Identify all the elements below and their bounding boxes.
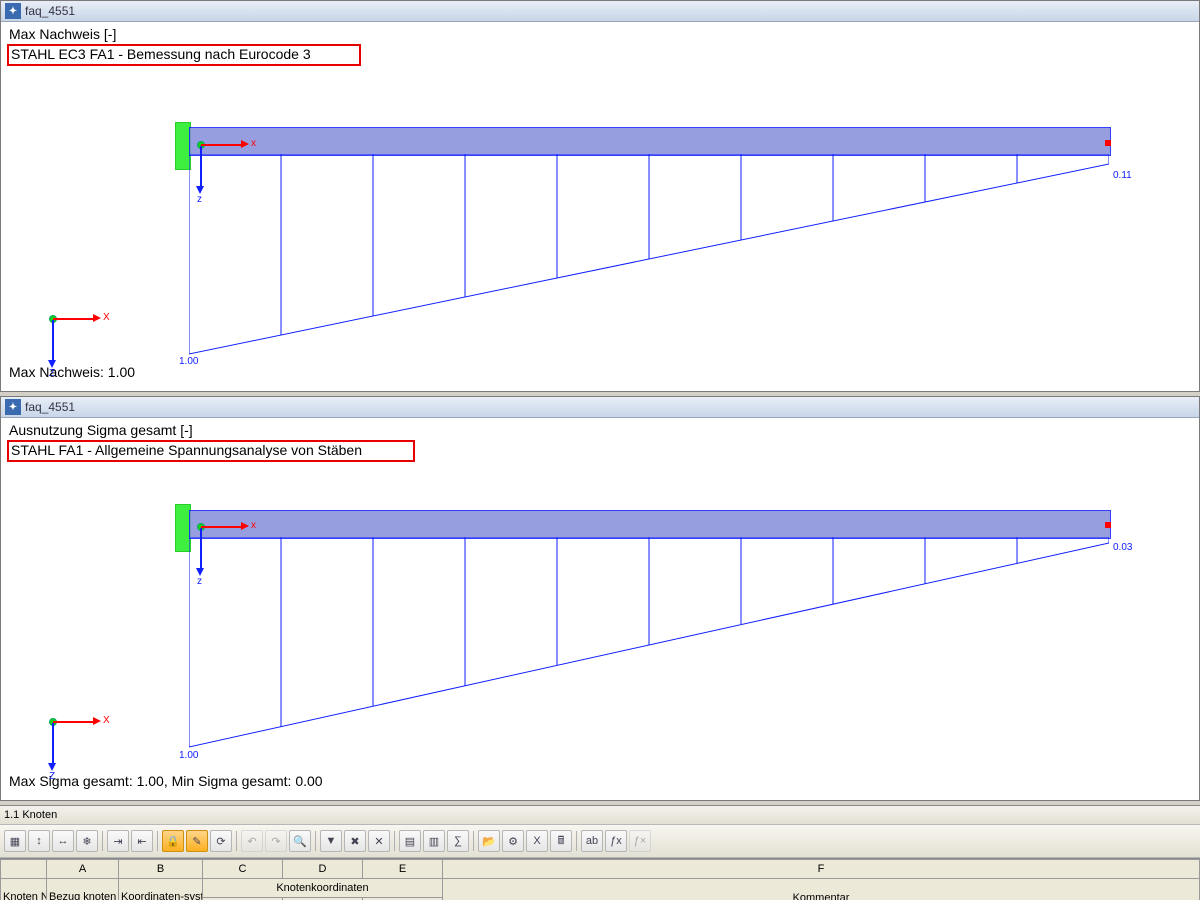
beam-member [189,510,1111,539]
module-highlight-box: STAHL FA1 - Allgemeine Spannungsanalyse … [7,440,415,462]
col-letter-B[interactable]: B [119,860,203,879]
arrow-right-icon [241,140,249,148]
toolbar-units-icon[interactable]: ⚙ [502,830,524,852]
value-right: 0.11 [1113,170,1132,181]
result-type-label: Max Nachweis [-] [9,26,116,42]
toolbar-lock-icon[interactable]: 🔒 [162,830,184,852]
col-letter-F[interactable]: F [443,860,1200,879]
beam-member [189,127,1111,156]
toolbar-redo-icon[interactable]: ↷ [265,830,287,852]
table-toolbar: ▦↕↔❄ ⇥⇤ 🔒✎⟳ ↶↷🔍 ▼✖✕ ▤▥∑ 📂⚙X🖩 abƒxƒ× [0,825,1200,858]
global-z-axis [52,723,54,765]
app-icon: ✦ [5,3,21,19]
app-icon: ✦ [5,399,21,415]
result-type-label: Ausnutzung Sigma gesamt [-] [9,422,193,438]
arrow-right-icon [93,717,101,725]
toolbar-separator [576,831,577,851]
arrow-down-icon [48,763,56,771]
global-x-axis [53,318,95,320]
result-pane-2: ✦ faq_4551 Ausnutzung Sigma gesamt [-] S… [0,396,1200,801]
toolbar-text-icon[interactable]: ab [581,830,603,852]
toolbar-grid-style-icon[interactable]: ▦ [4,830,26,852]
global-x-axis [53,721,95,723]
toolbar-fx-clear-icon[interactable]: ƒ× [629,830,651,852]
module-name: STAHL EC3 FA1 - Bemessung nach Eurocode … [11,46,311,62]
corner-cell[interactable] [1,860,47,879]
toolbar-calc-icon[interactable]: 🖩 [550,830,572,852]
column-letter-row: A B C D E F [1,860,1200,879]
table-header: A B C D E F Knoten Nr. Bezug knoten Koor… [0,859,1200,900]
toolbar-find-icon[interactable]: 🔍 [289,830,311,852]
local-x-axis [201,526,243,528]
toolbar-separator [394,831,395,851]
viewport-2[interactable]: Ausnutzung Sigma gesamt [-] STAHL FA1 - … [1,418,1199,791]
titlebar-2[interactable]: ✦ faq_4551 [1,397,1199,418]
toolbar-delete-col-icon[interactable]: ✕ [368,830,390,852]
col-bezug[interactable]: Bezug knoten [47,879,119,900]
result-diagram [189,154,1109,369]
col-letter-A[interactable]: A [47,860,119,879]
result-diagram [189,537,1109,765]
toolbar-fx-icon[interactable]: ƒx [605,830,627,852]
toolbar-separator [473,831,474,851]
value-left: 1.00 [179,356,198,367]
value-right: 0.03 [1113,542,1132,553]
module-name: STAHL FA1 - Allgemeine Spannungsanalyse … [11,442,362,458]
group-header-row: Knoten Nr. Bezug knoten Koordinaten-syst… [1,879,1200,898]
toolbar-separator [315,831,316,851]
module-highlight-box: STAHL EC3 FA1 - Bemessung nach Eurocode … [7,44,361,66]
col-knoten-nr[interactable]: Knoten Nr. [1,879,47,900]
data-panel: 1.1 Knoten ▦↕↔❄⇥⇤🔒✎⟳↶↷🔍▼✖✕▤▥∑📂⚙X🖩abƒxƒ× … [0,805,1200,900]
end-node [1105,140,1111,146]
toolbar-separator [157,831,158,851]
toolbar-delete-row-icon[interactable]: ✖ [344,830,366,852]
col-kommentar[interactable]: Kommentar [443,879,1200,900]
local-x-label: x [251,520,256,531]
toolbar-open-icon[interactable]: 📂 [478,830,500,852]
local-x-label: x [251,138,256,149]
toolbar-row-height-icon[interactable]: ↕ [28,830,50,852]
toolbar-undo-icon[interactable]: ↶ [241,830,263,852]
col-letter-D[interactable]: D [283,860,363,879]
global-x-label: X [103,312,110,323]
toolbar-import-icon[interactable]: ⇥ [107,830,129,852]
summary-text: Max Sigma gesamt: 1.00, Min Sigma gesamt… [9,773,323,789]
table-header-grid: A B C D E F Knoten Nr. Bezug knoten Koor… [0,858,1200,900]
toolbar-separator [236,831,237,851]
global-x-label: X [103,715,110,726]
col-koord-sys[interactable]: Koordinaten-system [119,879,203,900]
toolbar-refresh-icon[interactable]: ⟳ [210,830,232,852]
toolbar-table-a-icon[interactable]: ▤ [399,830,421,852]
col-koord-group[interactable]: Knotenkoordinaten [203,879,443,898]
table-tab-label: 1.1 Knoten [4,809,57,821]
toolbar-filter-icon[interactable]: ▼ [320,830,342,852]
window-title: faq_4551 [25,4,75,18]
col-letter-C[interactable]: C [203,860,283,879]
viewport-1[interactable]: Max Nachweis [-] STAHL EC3 FA1 - Bemessu… [1,22,1199,382]
global-z-axis [52,320,54,362]
toolbar-table-b-icon[interactable]: ▥ [423,830,445,852]
toolbar-freeze-icon[interactable]: ❄ [76,830,98,852]
result-pane-1: ✦ faq_4551 Max Nachweis [-] STAHL EC3 FA… [0,0,1200,392]
col-letter-E[interactable]: E [363,860,443,879]
toolbar-excel-icon[interactable]: X [526,830,548,852]
table-tab[interactable]: 1.1 Knoten [0,806,1200,825]
toolbar-separator [102,831,103,851]
toolbar-col-width-icon[interactable]: ↔ [52,830,74,852]
toolbar-fx-table-icon[interactable]: ∑ [447,830,469,852]
end-node [1105,522,1111,528]
toolbar-highlight-icon[interactable]: ✎ [186,830,208,852]
toolbar-export-icon[interactable]: ⇤ [131,830,153,852]
arrow-right-icon [93,314,101,322]
summary-text: Max Nachweis: 1.00 [9,364,135,380]
titlebar-1[interactable]: ✦ faq_4551 [1,1,1199,22]
value-left: 1.00 [179,750,198,761]
window-title: faq_4551 [25,400,75,414]
local-x-axis [201,144,243,146]
arrow-right-icon [241,522,249,530]
